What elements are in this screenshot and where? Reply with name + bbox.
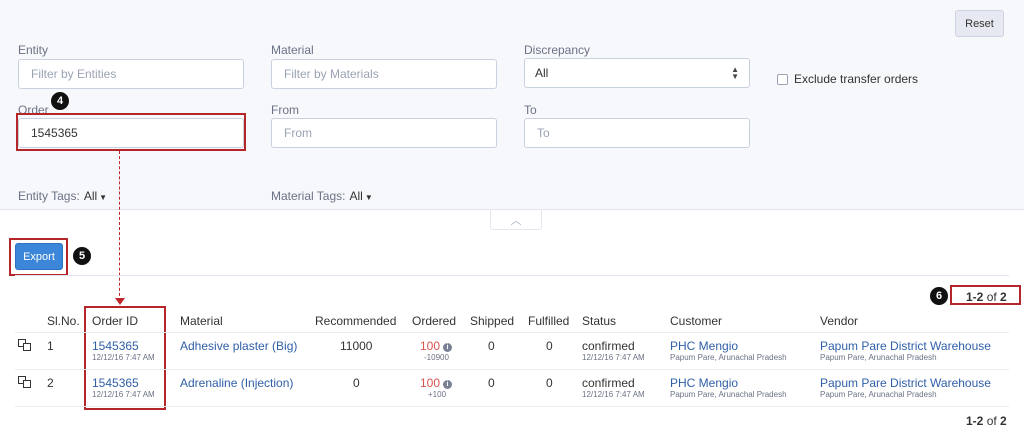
material-tags-dropdown[interactable]: All bbox=[349, 189, 362, 203]
row-recommended: 0 bbox=[353, 376, 360, 390]
row-customer-link[interactable]: PHC Mengio bbox=[670, 376, 738, 390]
entity-label: Entity bbox=[18, 43, 49, 57]
row-vendor-link[interactable]: Papum Pare District Warehouse bbox=[820, 339, 991, 353]
annotation-box-order bbox=[16, 113, 246, 151]
material-label: Material bbox=[271, 43, 314, 57]
pager-range: 1-2 bbox=[966, 414, 984, 428]
step-badge-6: 6 bbox=[929, 286, 949, 306]
step-badge-5: 5 bbox=[72, 246, 92, 266]
entity-tags-label: Entity Tags: bbox=[18, 189, 80, 203]
row-order-id-link[interactable]: 1545365 bbox=[92, 339, 139, 353]
entity-filter-input[interactable] bbox=[18, 59, 244, 89]
exclude-transfer-label: Exclude transfer orders bbox=[794, 72, 919, 86]
row-status-time: 12/12/16 7:47 AM bbox=[582, 353, 645, 362]
pager-total: 2 bbox=[1000, 290, 1007, 304]
header-shipped[interactable]: Shipped bbox=[470, 314, 514, 328]
select-arrows-icon: ▲ ▼ bbox=[731, 65, 739, 81]
row-slno: 2 bbox=[47, 376, 54, 390]
row-material-link[interactable]: Adrenaline (Injection) bbox=[180, 376, 293, 390]
row-status-time: 12/12/16 7:47 AM bbox=[582, 390, 645, 399]
pager-total: 2 bbox=[1000, 414, 1007, 428]
info-icon[interactable]: i bbox=[443, 343, 453, 352]
pager-of: of bbox=[986, 290, 997, 304]
row-vendor-link[interactable]: Papum Pare District Warehouse bbox=[820, 376, 991, 390]
row-recommended: 11000 bbox=[340, 339, 373, 353]
header-slno: Sl.No. bbox=[47, 314, 80, 328]
row-vendor-location: Papum Pare, Arunachal Pradesh bbox=[820, 353, 937, 362]
row-divider bbox=[15, 406, 1009, 407]
to-date-input[interactable] bbox=[524, 118, 750, 148]
row-ordered-value: 100 bbox=[420, 339, 441, 353]
row-fulfilled: 0 bbox=[546, 339, 553, 353]
from-label: From bbox=[271, 103, 299, 117]
material-tags-filter: Material Tags: All ▼ bbox=[271, 189, 373, 203]
discrepancy-label: Discrepancy bbox=[524, 43, 591, 57]
entity-tags-dropdown[interactable]: All bbox=[84, 189, 97, 203]
entity-tags-filter: Entity Tags: All ▼ bbox=[18, 189, 107, 203]
material-filter-input[interactable] bbox=[271, 59, 497, 89]
row-status: confirmed bbox=[582, 339, 635, 353]
from-date-input[interactable] bbox=[271, 118, 497, 148]
annotation-box-export bbox=[9, 238, 68, 276]
row-status: confirmed bbox=[582, 376, 635, 390]
header-status[interactable]: Status bbox=[582, 314, 616, 328]
pager-bottom: 1-2 of 2 bbox=[966, 414, 1007, 428]
pager-range: 1-2 bbox=[966, 290, 984, 304]
caret-down-icon[interactable]: ▼ bbox=[99, 193, 107, 202]
row-divider bbox=[15, 369, 1009, 370]
header-order-id[interactable]: Order ID bbox=[92, 314, 138, 328]
row-ordered-diff: +100 bbox=[428, 390, 447, 399]
row-vendor-location: Papum Pare, Arunachal Pradesh bbox=[820, 390, 937, 399]
pager-of: of bbox=[986, 414, 997, 428]
chevron-up-icon: ︿ bbox=[510, 214, 522, 227]
header-vendor[interactable]: Vendor bbox=[820, 314, 858, 328]
divider bbox=[15, 275, 1009, 276]
discrepancy-select[interactable]: All ▲ ▼ bbox=[524, 58, 750, 88]
row-customer-location: Papum Pare, Arunachal Pradesh bbox=[670, 353, 787, 362]
row-order-id-link[interactable]: 1545365 bbox=[92, 376, 139, 390]
row-ordered: 100 i bbox=[420, 376, 453, 390]
info-icon[interactable]: i bbox=[443, 380, 453, 389]
row-customer-location: Papum Pare, Arunachal Pradesh bbox=[670, 390, 787, 399]
row-order-time: 12/12/16 7:47 AM bbox=[92, 353, 155, 362]
filter-panel: Reset Entity Material Discrepancy All ▲▼… bbox=[0, 0, 1024, 210]
row-ordered-value: 100 bbox=[420, 376, 441, 390]
header-divider bbox=[15, 332, 1009, 333]
pager-top: 1-2 of 2 bbox=[966, 290, 1007, 304]
row-shipped: 0 bbox=[488, 339, 495, 353]
header-material[interactable]: Material bbox=[180, 314, 223, 328]
material-tags-label: Material Tags: bbox=[271, 189, 346, 203]
checkbox-icon[interactable] bbox=[777, 73, 788, 85]
row-material-link[interactable]: Adhesive plaster (Big) bbox=[180, 339, 297, 353]
caret-down-icon[interactable]: ▼ bbox=[365, 193, 373, 202]
header-customer[interactable]: Customer bbox=[670, 314, 722, 328]
discrepancy-value: All bbox=[535, 66, 549, 80]
copy-order-icon[interactable] bbox=[18, 376, 32, 389]
row-ordered-diff: -10900 bbox=[424, 353, 449, 362]
step-badge-4: 4 bbox=[50, 91, 70, 111]
header-ordered[interactable]: Ordered bbox=[412, 314, 456, 328]
header-recommended[interactable]: Recommended bbox=[315, 314, 396, 328]
row-fulfilled: 0 bbox=[546, 376, 553, 390]
copy-order-icon[interactable] bbox=[18, 339, 32, 352]
row-customer-link[interactable]: PHC Mengio bbox=[670, 339, 738, 353]
row-slno: 1 bbox=[47, 339, 54, 353]
annotation-arrow-line bbox=[119, 151, 120, 301]
header-fulfilled[interactable]: Fulfilled bbox=[528, 314, 569, 328]
row-shipped: 0 bbox=[488, 376, 495, 390]
to-label: To bbox=[524, 103, 537, 117]
collapse-filters-toggle[interactable]: ︿ bbox=[490, 210, 542, 230]
row-order-time: 12/12/16 7:47 AM bbox=[92, 390, 155, 399]
row-ordered: 100 i bbox=[420, 339, 453, 353]
annotation-arrow-head-icon bbox=[115, 298, 125, 305]
exclude-transfer-checkbox[interactable]: Exclude transfer orders bbox=[777, 72, 918, 86]
reset-button[interactable]: Reset bbox=[955, 10, 1004, 37]
